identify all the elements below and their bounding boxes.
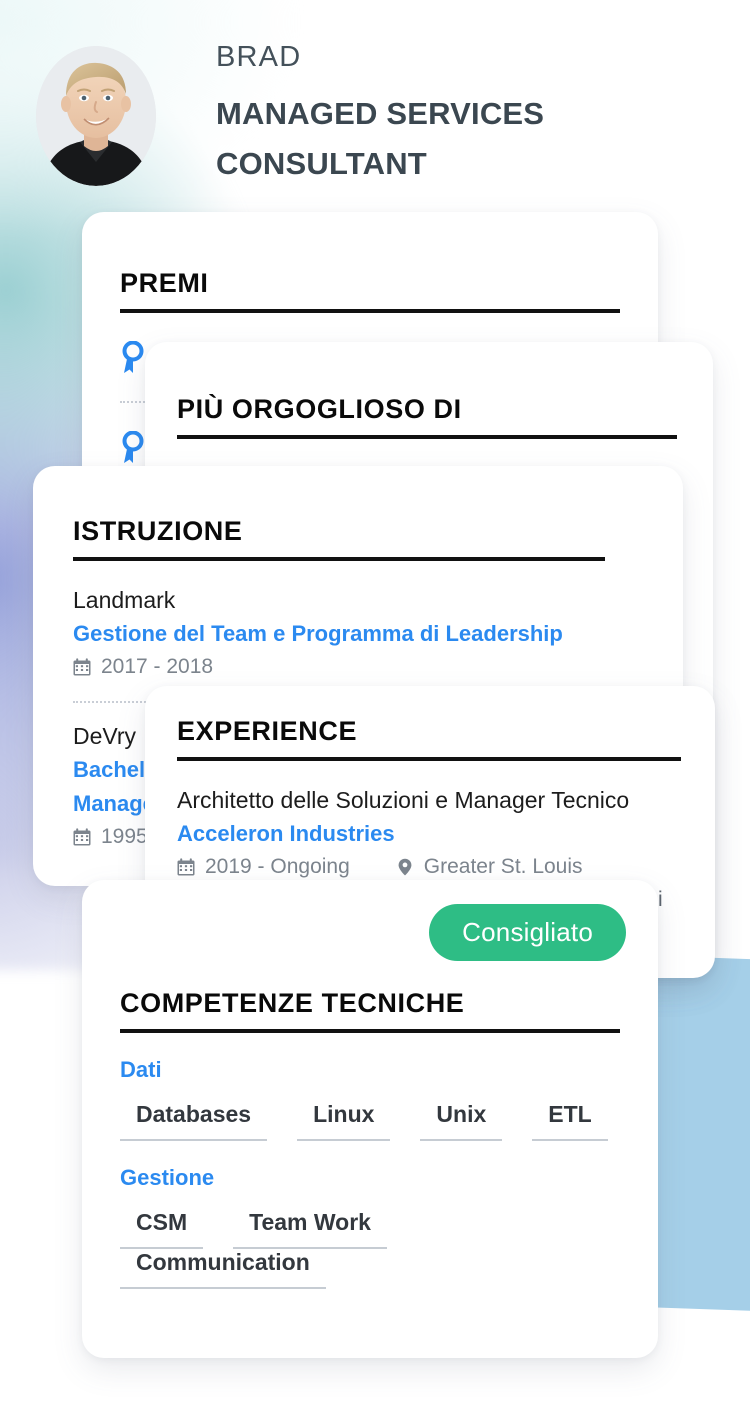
section-rule: [120, 309, 620, 313]
skill-chip[interactable]: ETL: [532, 1101, 608, 1141]
skill-chip[interactable]: Team Work: [233, 1209, 387, 1249]
profile-name: BRAD: [216, 41, 302, 73]
card-premi-title: PREMI: [120, 268, 209, 298]
location-pin-icon: [396, 858, 414, 876]
experience-role: Architetto delle Soluzioni e Manager Tec…: [177, 787, 630, 813]
education-dates: 2017 - 2018: [101, 655, 214, 679]
education-program: Gestione del Team e Programma di Leaders…: [73, 621, 563, 647]
skill-chip[interactable]: CSM: [120, 1209, 204, 1249]
skill-row-dati: Databases Linux Unix ETL: [120, 1101, 620, 1141]
education-entry: Landmark Gestione del Team e Programma d…: [73, 585, 643, 679]
card-competenze-tecniche[interactable]: Consigliato COMPETENZE TECNICHE Dati Dat…: [82, 880, 658, 1358]
card-experience-title: EXPERIENCE: [177, 716, 358, 746]
experience-location-group: Greater St. Louis: [396, 855, 583, 879]
experience-dates-group: 2019 - Ongoing: [177, 855, 350, 879]
skill-chip[interactable]: Communication: [120, 1249, 326, 1289]
avatar: [36, 46, 156, 186]
skill-chip[interactable]: Linux: [297, 1101, 391, 1141]
experience-company: Acceleron Industries: [177, 821, 395, 847]
award-ribbon-icon: [120, 431, 146, 465]
card-orgoglioso-title: PIÙ ORGOGLIOSO DI: [177, 394, 462, 424]
section-rule: [120, 1029, 620, 1033]
skill-chip[interactable]: Unix: [420, 1101, 503, 1141]
skill-group-label-gestione: Gestione: [120, 1165, 215, 1190]
education-dates-group: 2017 - 2018: [73, 655, 213, 679]
profile-header: BRAD MANAGED SERVICES CONSULTANT: [0, 0, 750, 200]
education-meta: 2017 - 2018: [73, 655, 643, 679]
status-badge-consigliato[interactable]: Consigliato: [429, 904, 626, 961]
section-rule: [177, 757, 681, 761]
experience-meta: 2019 - Ongoing Greater St. Louis: [177, 855, 683, 879]
section-rule: [177, 435, 677, 439]
background-bottom-strip: [0, 1354, 750, 1408]
experience-location: Greater St. Louis: [423, 855, 583, 879]
calendar-icon: [73, 828, 91, 846]
education-school: Landmark: [73, 587, 176, 613]
skill-chip[interactable]: Databases: [120, 1101, 268, 1141]
profile-role: MANAGED SERVICES CONSULTANT: [216, 95, 545, 182]
card-istruzione-title: ISTRUZIONE: [73, 516, 243, 546]
calendar-icon: [73, 658, 91, 676]
skill-group-label-dati: Dati: [120, 1057, 162, 1082]
section-rule: [73, 557, 605, 561]
header-text-block: BRAD MANAGED SERVICES CONSULTANT: [216, 40, 596, 189]
award-ribbon-icon: [120, 341, 146, 375]
calendar-icon: [177, 858, 195, 876]
person-photo-avatar-icon: [36, 46, 156, 186]
card-competenze-title: COMPETENZE TECNICHE: [120, 988, 465, 1018]
experience-dates: 2019 - Ongoing: [205, 855, 350, 879]
skill-row-gestione: CSM Team Work Communication: [120, 1209, 620, 1289]
